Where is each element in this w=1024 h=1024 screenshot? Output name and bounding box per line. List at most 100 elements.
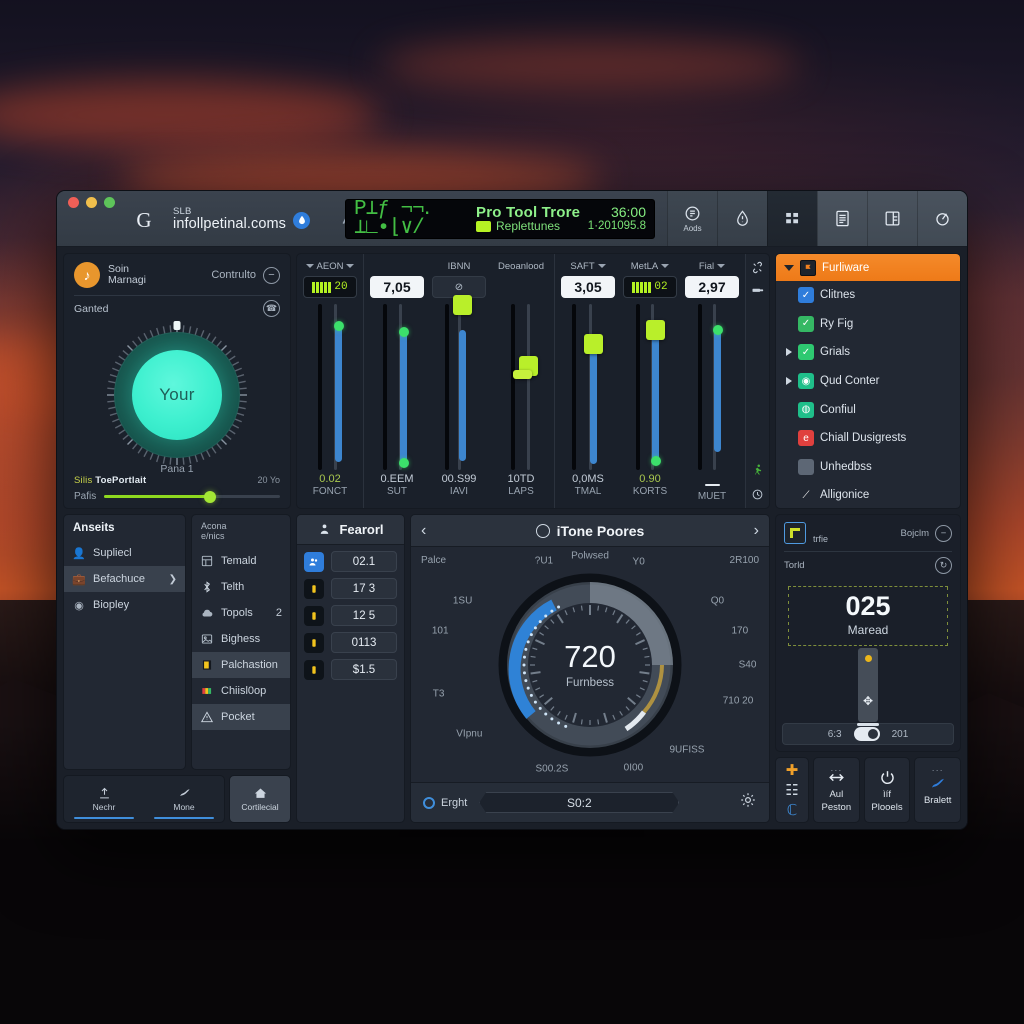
screenshot-icon[interactable]: ☷: [785, 783, 798, 798]
fader-rail-dark[interactable]: [636, 304, 640, 470]
fader-level[interactable]: [400, 332, 407, 464]
channel-value[interactable]: 2,97: [685, 276, 739, 298]
plus-icon[interactable]: ✚: [786, 763, 799, 778]
value-row-3[interactable]: 0113: [304, 632, 397, 653]
caret-down-icon[interactable]: [661, 264, 670, 268]
fader-level[interactable]: [335, 326, 342, 462]
tab-cortilecial[interactable]: Cortilecial: [229, 775, 291, 823]
knob-panel-header-right[interactable]: Contrulto −: [211, 266, 280, 284]
tool-item-1[interactable]: Telth: [192, 574, 290, 600]
vertical-handle[interactable]: ✥: [857, 647, 879, 726]
meter-toggle-row[interactable]: 6:3 201: [782, 723, 954, 745]
tab-nechr[interactable]: Nechr: [64, 776, 144, 822]
tree-row-0[interactable]: ✓ Clitnes: [776, 281, 960, 310]
account-item-0[interactable]: 👤 Supliecl: [64, 540, 185, 566]
chevron-right-icon[interactable]: ›: [754, 522, 759, 540]
chevron-down-icon[interactable]: [784, 264, 794, 271]
fader-cap[interactable]: [453, 295, 472, 315]
fader-level[interactable]: [714, 330, 721, 452]
caret-down-icon[interactable]: [305, 264, 314, 268]
tool-item-5[interactable]: Chiisl0op: [192, 678, 290, 704]
value-row-4[interactable]: $1.5: [304, 659, 397, 680]
c-icon[interactable]: ℂ: [787, 803, 797, 818]
tree-row-3[interactable]: ◉ Qud Conter: [776, 367, 960, 396]
window-controls[interactable]: [57, 197, 115, 208]
toolbar-button-document[interactable]: [817, 191, 867, 246]
toggle-switch[interactable]: [853, 727, 880, 741]
tree-row-7[interactable]: ⟋ Alligonice: [776, 481, 960, 508]
expand-arrow-icon[interactable]: [786, 377, 792, 386]
fader-handle-dot[interactable]: [333, 321, 344, 331]
knob-slider-track[interactable]: [104, 490, 280, 503]
maximize-button[interactable]: [104, 197, 115, 208]
fader-rail-dark[interactable]: [572, 304, 576, 470]
fader-rail-dark[interactable]: [445, 304, 449, 470]
hammer-icon[interactable]: [750, 285, 765, 300]
fader-level[interactable]: [590, 344, 597, 464]
tool-item-4[interactable]: Palchastion: [192, 651, 290, 678]
fader-cap[interactable]: [584, 334, 603, 354]
tool-item-2[interactable]: Topols 2: [192, 600, 290, 626]
address-block[interactable]: SLB infollpetinal.coms: [173, 207, 311, 232]
toolbar-button-alert[interactable]: [717, 191, 767, 246]
fader-rail-dark[interactable]: [318, 304, 322, 470]
fader-handle-dot[interactable]: [398, 327, 409, 337]
account-item-1[interactable]: 💼 Befachuce ❯: [64, 566, 185, 592]
knob-slider-row[interactable]: Pafis: [74, 490, 280, 503]
tool-item-0[interactable]: Temald: [192, 548, 290, 574]
fader-rail-light[interactable]: [527, 304, 530, 470]
toolbar-button-power[interactable]: [917, 191, 967, 246]
toolbar-button-panel[interactable]: [867, 191, 917, 246]
minimize-button[interactable]: [86, 197, 97, 208]
expand-arrow-icon[interactable]: [786, 348, 792, 357]
refresh-circle-icon[interactable]: ↻: [935, 557, 952, 574]
fader-rail-dark[interactable]: [383, 304, 387, 470]
circular-gauge[interactable]: 720 Furnbess: [494, 569, 686, 761]
toolbar-button-numeric[interactable]: [767, 191, 817, 246]
action-button-peston[interactable]: ··· Aul Peston: [813, 757, 860, 823]
fader-rail-dark[interactable]: [511, 304, 515, 470]
minus-circle-icon[interactable]: −: [935, 524, 952, 542]
tree-row-5[interactable]: e Chiall Dusigrests: [776, 424, 960, 453]
caret-down-icon[interactable]: [597, 264, 606, 268]
fader-rail-dark[interactable]: [698, 304, 702, 470]
knob-slider-handle[interactable]: [203, 490, 216, 503]
value-row-0[interactable]: 02.1: [304, 551, 397, 572]
chevron-left-icon[interactable]: ‹: [421, 522, 426, 540]
fader-level[interactable]: [459, 330, 466, 461]
phone-circle-icon[interactable]: ☎: [263, 300, 280, 317]
gauge-footer-value[interactable]: S0:2: [479, 792, 679, 813]
fader-cap[interactable]: [646, 320, 665, 340]
tab-mone[interactable]: Mone: [144, 776, 224, 822]
fader-level[interactable]: [652, 330, 659, 462]
action-button-plooels[interactable]: ìíf Plooels: [863, 757, 911, 823]
fader-bottom-dot[interactable]: [398, 458, 409, 468]
fader-cap-small[interactable]: [513, 370, 532, 379]
caret-down-icon[interactable]: [717, 264, 726, 268]
value-row-1[interactable]: 17 3: [304, 578, 397, 599]
tree-row-4[interactable]: ◍ Confiul: [776, 395, 960, 424]
channel-value[interactable]: 3,05: [561, 276, 615, 298]
tree-header[interactable]: Furliware: [776, 254, 960, 281]
clock-gear-icon[interactable]: [750, 487, 765, 502]
value-row-2[interactable]: 12 5: [304, 605, 397, 626]
action-button-bralett[interactable]: ··· Bralett: [914, 757, 962, 823]
person-run-icon[interactable]: [750, 462, 765, 477]
gauge-footer-radio[interactable]: Erght: [423, 796, 467, 809]
meter-header-right[interactable]: Bojclm −: [900, 524, 952, 542]
gear-icon[interactable]: [739, 791, 757, 814]
link-break-icon[interactable]: [750, 260, 765, 275]
channel-value[interactable]: 7,05: [370, 276, 424, 298]
main-dial[interactable]: Your: [102, 320, 252, 470]
fader-handle-dot[interactable]: [712, 325, 723, 335]
close-button[interactable]: [68, 197, 79, 208]
tool-item-3[interactable]: Bighess: [192, 626, 290, 652]
action-icon-stack[interactable]: ✚ ☷ ℂ: [775, 757, 809, 823]
tree-row-6[interactable]: Unhedbss: [776, 453, 960, 482]
caret-down-icon[interactable]: [346, 264, 355, 268]
account-item-2[interactable]: ◉ Biopley: [64, 592, 185, 618]
tool-item-6[interactable]: Pocket: [192, 703, 290, 730]
minus-circle-icon[interactable]: −: [263, 266, 280, 284]
tree-row-2[interactable]: ✓ Grials: [776, 338, 960, 367]
fader-bottom-dot[interactable]: [650, 456, 661, 466]
